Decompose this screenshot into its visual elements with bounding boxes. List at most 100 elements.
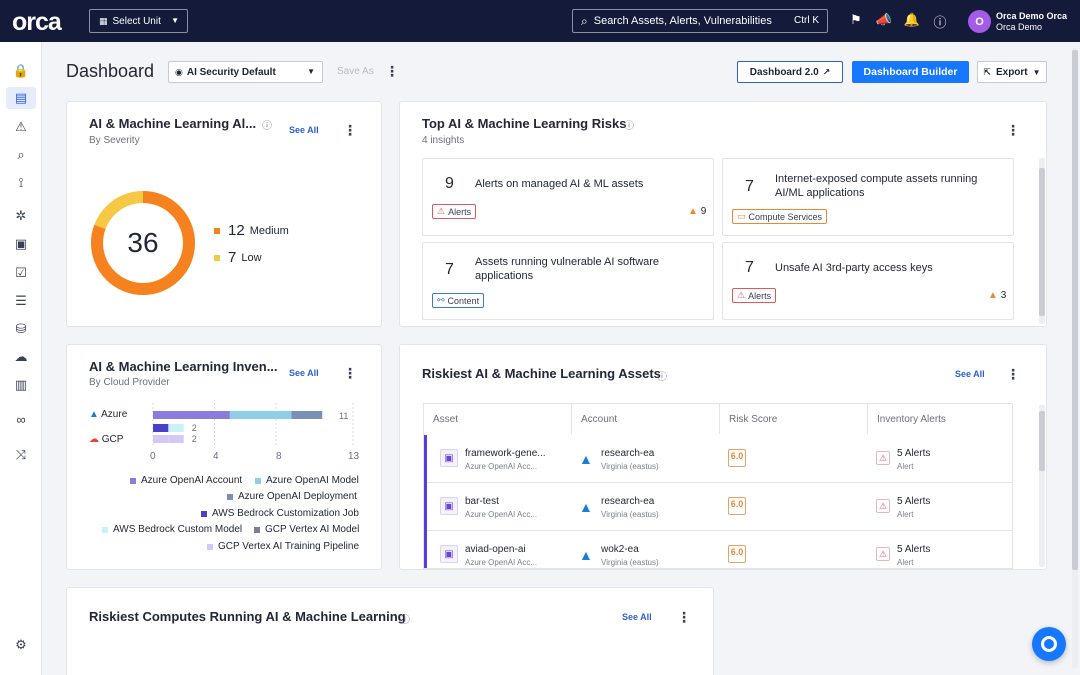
chip-icon: ▣ — [440, 497, 458, 515]
bar-segment[interactable] — [229, 411, 292, 419]
column-header-risk-score[interactable]: Risk Score — [720, 404, 868, 434]
sidebar: 🔒 ▤ ⚠ ⌕ ⟟ ✲ ▣ ☑ ☰ ⛁ ☁ ▥ ∞ ⤨ ⚙ — [0, 42, 42, 675]
bar-segment[interactable] — [168, 435, 184, 443]
legend-item[interactable]: GCP Vertex AI Training Pipeline — [207, 541, 359, 552]
alert-icon: ⚠ — [876, 451, 890, 465]
bar-segment[interactable] — [153, 411, 230, 419]
cluster-icon[interactable]: ✲ — [12, 207, 30, 225]
insight-tile[interactable]: 7 Unsafe AI 3rd-party access keys ⚠ Alert… — [722, 242, 1014, 320]
insight-count: 7 — [745, 178, 754, 195]
alerts-tag[interactable]: ⚠ Alerts — [432, 204, 477, 219]
see-all-link[interactable]: See All — [289, 125, 319, 135]
toolbox-icon[interactable]: ▣ — [12, 235, 30, 253]
legend-item[interactable]: Azure OpenAI Model — [255, 475, 359, 486]
orca-logo[interactable]: orca — [12, 8, 62, 37]
insight-tile[interactable]: 9 Alerts on managed AI & ML assets ⚠ Aler… — [422, 158, 714, 236]
global-search-input[interactable]: ⌕ Search Assets, Alerts, Vulnerabilities… — [572, 9, 828, 33]
asset-type: Azure OpenAI Acc... — [465, 462, 538, 471]
account-name[interactable]: research-ea — [601, 448, 654, 459]
legend-swatch — [214, 227, 220, 234]
severity-card: AI & Machine Learning Al... ⓘ See All ⋮ … — [66, 101, 382, 327]
asset-name[interactable]: framework-gene... — [465, 448, 546, 459]
legend-item[interactable]: AWS Bedrock Custom Model — [102, 524, 242, 535]
column-header-inventory-alerts[interactable]: Inventory Alerts — [868, 404, 1012, 434]
external-link-icon: ↗ — [822, 66, 831, 77]
chat-assistant-button[interactable] — [1032, 627, 1066, 661]
compute-services-tag[interactable]: ▭ Compute Services — [732, 209, 828, 224]
insight-tile[interactable]: 7 Internet-exposed compute assets runnin… — [722, 158, 1014, 236]
more-options-icon[interactable]: ⋮ — [677, 609, 691, 626]
account-name[interactable]: research-ea — [601, 496, 654, 507]
dashboard-builder-button[interactable]: Dashboard Builder — [852, 61, 969, 83]
azure-icon: ▲ — [579, 499, 593, 515]
more-options-icon[interactable]: ⋮ — [385, 63, 399, 80]
asset-name[interactable]: bar-test — [465, 496, 499, 507]
insight-tile[interactable]: 7 Assets running vulnerable AI software … — [422, 242, 714, 320]
alert-icon[interactable]: ⚠ — [12, 118, 30, 136]
search-icon[interactable]: ⌕ — [12, 146, 30, 164]
export-button[interactable]: ⇱ Export ▼ — [977, 61, 1047, 83]
info-icon[interactable]: ⓘ — [262, 117, 272, 132]
avatar[interactable]: O — [968, 10, 991, 33]
user-name[interactable]: Orca Demo Orca — [996, 11, 1067, 21]
alerts-count[interactable]: 5 Alerts — [897, 448, 930, 459]
report-icon[interactable]: ☰ — [12, 292, 30, 310]
riskiest-computes-card: Riskiest Computes Running AI & Machine L… — [66, 587, 714, 675]
database-icon[interactable]: ⛁ — [12, 320, 30, 338]
alerts-tag[interactable]: ⚠ Alerts — [732, 288, 777, 303]
dashboard-2-button[interactable]: Dashboard 2.0 ↗ — [737, 61, 843, 83]
alerts-count[interactable]: 5 Alerts — [897, 544, 930, 555]
infinity-icon[interactable]: ∞ — [12, 411, 30, 429]
alerts-count[interactable]: 5 Alerts — [897, 496, 930, 507]
graph-icon[interactable]: ⟟ — [12, 174, 30, 192]
legend-item[interactable]: AWS Bedrock Customization Job — [201, 508, 359, 519]
unit-select[interactable]: ▦ Select Unit ▼ — [89, 9, 188, 33]
compliance-icon[interactable]: ☑ — [12, 264, 30, 282]
help-icon[interactable]: ⓘ — [931, 12, 949, 30]
asset-name[interactable]: aviad-open-ai — [465, 544, 526, 555]
see-all-link[interactable]: See All — [289, 368, 319, 378]
lock-icon[interactable]: 🔒 — [12, 62, 30, 80]
bar-segment[interactable] — [291, 411, 323, 419]
inventory-icon[interactable]: ▥ — [12, 376, 30, 394]
more-options-icon[interactable]: ⋮ — [343, 122, 357, 139]
megaphone-icon[interactable]: 📣 — [875, 12, 893, 30]
shuffle-icon[interactable]: ⤨ — [12, 446, 30, 464]
legend-low[interactable]: 7 Low — [214, 249, 262, 266]
see-all-link[interactable]: See All — [622, 612, 652, 622]
page-scrollbar-thumb[interactable] — [1072, 50, 1078, 570]
settings-icon[interactable]: ⚙ — [12, 636, 30, 654]
column-header-account[interactable]: Account — [572, 404, 720, 434]
save-as-button[interactable]: Save As — [337, 66, 374, 77]
info-icon[interactable]: ⓘ — [624, 117, 634, 132]
dashboard-view-select[interactable]: ◉ AI Security Default ▼ — [168, 61, 323, 83]
table-row[interactable]: ▣ aviad-open-ai Azure OpenAI Acc... ▲ wo… — [424, 531, 1012, 568]
table-row[interactable]: ▣ bar-test Azure OpenAI Acc... ▲ researc… — [424, 483, 1012, 531]
legend-medium[interactable]: 12 Medium — [214, 222, 289, 239]
content-tag[interactable]: ⚯ Content — [432, 293, 485, 308]
provider-name: GCP — [101, 434, 124, 445]
more-options-icon[interactable]: ⋮ — [343, 365, 357, 382]
bar-segment[interactable] — [168, 424, 184, 432]
bar-segment[interactable] — [153, 435, 169, 443]
legend-swatch — [227, 493, 233, 500]
scrollbar-thumb[interactable] — [1039, 168, 1045, 316]
dashboard-icon[interactable]: ▤ — [6, 87, 36, 109]
table-row[interactable]: ▣ framework-gene... Azure OpenAI Acc... … — [424, 435, 1012, 483]
more-options-icon[interactable]: ⋮ — [1006, 366, 1020, 383]
column-header-asset[interactable]: Asset — [424, 404, 572, 434]
bell-icon[interactable]: 🔔 — [903, 12, 921, 30]
legend-item[interactable]: GCP Vertex AI Model — [254, 524, 359, 535]
cloud-icon[interactable]: ☁ — [12, 348, 30, 366]
legend-item[interactable]: Azure OpenAI Deployment — [227, 491, 357, 502]
scrollbar-thumb[interactable] — [1039, 411, 1045, 471]
legend-label: Azure OpenAI Deployment — [238, 491, 357, 502]
info-icon[interactable]: ⓘ — [657, 368, 667, 383]
bar-segment[interactable] — [153, 424, 169, 432]
flag-icon[interactable]: ⚑ — [847, 12, 865, 30]
more-options-icon[interactable]: ⋮ — [1006, 122, 1020, 139]
see-all-link[interactable]: See All — [955, 369, 985, 379]
account-name[interactable]: wok2-ea — [601, 544, 639, 555]
legend-item[interactable]: Azure OpenAI Account — [130, 475, 242, 486]
info-icon[interactable]: ⓘ — [400, 611, 410, 626]
